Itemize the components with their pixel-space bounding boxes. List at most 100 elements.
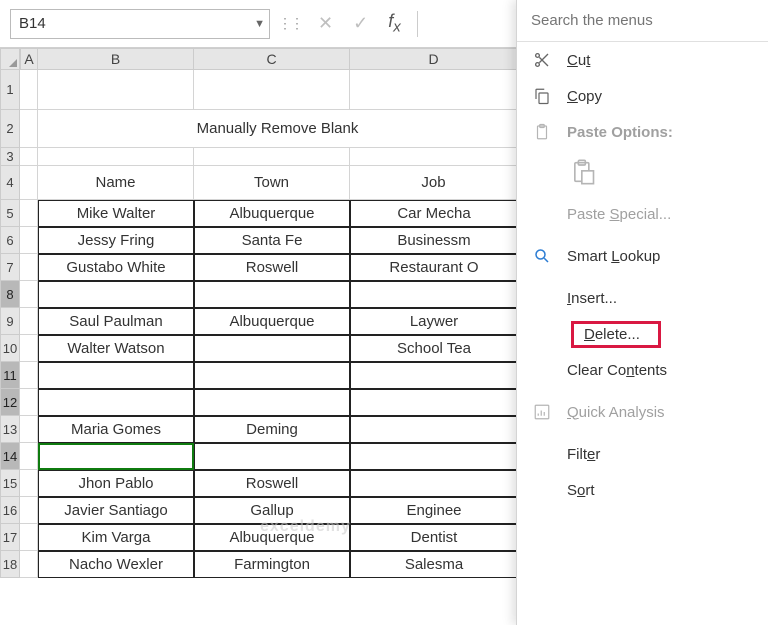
drag-handle-icon[interactable]: ⋮⋮ bbox=[278, 15, 302, 32]
cell-C6[interactable]: Santa Fe bbox=[194, 227, 350, 254]
row-header-3[interactable]: 3 bbox=[0, 148, 20, 166]
cell-D10[interactable]: School Tea bbox=[350, 335, 518, 362]
cell-C17[interactable]: Albuquerque bbox=[194, 524, 350, 551]
row-header-10[interactable]: 10 bbox=[0, 335, 20, 362]
cell-D5[interactable]: Car Mecha bbox=[350, 200, 518, 227]
menu-cut[interactable]: Cut bbox=[517, 42, 768, 78]
cell-D14[interactable] bbox=[350, 443, 518, 470]
cell-B16[interactable]: Javier Santiago bbox=[38, 497, 194, 524]
cell-C18[interactable]: Farmington bbox=[194, 551, 350, 578]
row-header-18[interactable]: 18 bbox=[0, 551, 20, 578]
cancel-icon[interactable]: ✕ bbox=[318, 13, 333, 34]
cell-C12[interactable] bbox=[194, 389, 350, 416]
quick-analysis-icon bbox=[531, 403, 553, 421]
cell-A1[interactable] bbox=[20, 70, 38, 110]
menu-copy[interactable]: Copy bbox=[517, 78, 768, 114]
cell-B17[interactable]: Kim Varga bbox=[38, 524, 194, 551]
row-header-5[interactable]: 5 bbox=[0, 200, 20, 227]
spreadsheet-grid[interactable]: ABCD 12 Manually Remove Blank 34 NameTownJo… bbox=[0, 48, 518, 625]
paste-icon[interactable] bbox=[569, 158, 597, 189]
row-18: 18 Nacho WexlerFarmingtonSalesma bbox=[0, 551, 518, 578]
row-1: 1 bbox=[0, 70, 518, 110]
confirm-icon[interactable]: ✓ bbox=[353, 13, 368, 34]
cell-B14[interactable] bbox=[38, 443, 194, 470]
cell-D9[interactable]: Laywer bbox=[350, 308, 518, 335]
cell-D13[interactable] bbox=[350, 416, 518, 443]
column-header-A[interactable]: A bbox=[20, 48, 38, 70]
row-header-1[interactable]: 1 bbox=[0, 70, 20, 110]
cell-D1[interactable] bbox=[350, 70, 518, 110]
cell-D16[interactable]: Enginee bbox=[350, 497, 518, 524]
cell-C10[interactable] bbox=[194, 335, 350, 362]
cell-D6[interactable]: Businessm bbox=[350, 227, 518, 254]
row-header-4[interactable]: 4 bbox=[0, 166, 20, 200]
menu-clear-contents[interactable]: Clear Contents bbox=[517, 352, 768, 388]
cell-C9[interactable]: Albuquerque bbox=[194, 308, 350, 335]
cell-C3[interactable] bbox=[194, 148, 350, 166]
row-header-13[interactable]: 13 bbox=[0, 416, 20, 443]
cell-C16[interactable]: Gallup bbox=[194, 497, 350, 524]
cell-B15[interactable]: Jhon Pablo bbox=[38, 470, 194, 497]
select-all-corner[interactable] bbox=[0, 48, 20, 70]
cell-C5[interactable]: Albuquerque bbox=[194, 200, 350, 227]
column-header-B[interactable]: B bbox=[38, 48, 194, 70]
cell-C8[interactable] bbox=[194, 281, 350, 308]
cell-C1[interactable] bbox=[194, 70, 350, 110]
cell-B13[interactable]: Maria Gomes bbox=[38, 416, 194, 443]
fx-icon[interactable]: fx bbox=[388, 11, 401, 36]
cell-D17[interactable]: Dentist bbox=[350, 524, 518, 551]
menu-label: Clear Contents bbox=[567, 362, 667, 379]
menu-search-input[interactable] bbox=[517, 0, 768, 42]
cell-C11[interactable] bbox=[194, 362, 350, 389]
header-job[interactable]: Job bbox=[350, 166, 518, 200]
menu-sort[interactable]: Sort bbox=[517, 472, 768, 508]
row-header-6[interactable]: 6 bbox=[0, 227, 20, 254]
column-header-C[interactable]: C bbox=[194, 48, 350, 70]
row-header-14[interactable]: 14 bbox=[0, 443, 20, 470]
cell-B12[interactable] bbox=[38, 389, 194, 416]
cell-D11[interactable] bbox=[350, 362, 518, 389]
cell-B18[interactable]: Nacho Wexler bbox=[38, 551, 194, 578]
row-header-7[interactable]: 7 bbox=[0, 254, 20, 281]
cell-C15[interactable]: Roswell bbox=[194, 470, 350, 497]
cell-D7[interactable]: Restaurant O bbox=[350, 254, 518, 281]
cell-B7[interactable]: Gustabo White bbox=[38, 254, 194, 281]
menu-filter[interactable]: Filter bbox=[517, 436, 768, 472]
header-town[interactable]: Town bbox=[194, 166, 350, 200]
cell-B11[interactable] bbox=[38, 362, 194, 389]
cell-A3[interactable] bbox=[20, 148, 38, 166]
name-box[interactable]: B14 ▼ bbox=[10, 9, 270, 39]
cell-D3[interactable] bbox=[350, 148, 518, 166]
header-name[interactable]: Name bbox=[38, 166, 194, 200]
row-16: 16 Javier SantiagoGallupEnginee bbox=[0, 497, 518, 524]
row-header-2[interactable]: 2 bbox=[0, 110, 20, 148]
row-header-16[interactable]: 16 bbox=[0, 497, 20, 524]
cell-B9[interactable]: Saul Paulman bbox=[38, 308, 194, 335]
cell-B10[interactable]: Walter Watson bbox=[38, 335, 194, 362]
cell-B3[interactable] bbox=[38, 148, 194, 166]
cell-B1[interactable] bbox=[38, 70, 194, 110]
paste-options-icons bbox=[517, 150, 768, 196]
row-header-9[interactable]: 9 bbox=[0, 308, 20, 335]
cell-D12[interactable] bbox=[350, 389, 518, 416]
row-header-11[interactable]: 11 bbox=[0, 362, 20, 389]
cell-B5[interactable]: Mike Walter bbox=[38, 200, 194, 227]
menu-delete[interactable]: Delete... bbox=[517, 316, 768, 352]
cell-B6[interactable]: Jessy Fring bbox=[38, 227, 194, 254]
row-header-15[interactable]: 15 bbox=[0, 470, 20, 497]
menu-insert[interactable]: Insert... bbox=[517, 280, 768, 316]
cell-D8[interactable] bbox=[350, 281, 518, 308]
cell-C7[interactable]: Roswell bbox=[194, 254, 350, 281]
cell-B8[interactable] bbox=[38, 281, 194, 308]
row-header-12[interactable]: 12 bbox=[0, 389, 20, 416]
cell-C13[interactable]: Deming bbox=[194, 416, 350, 443]
cell-D15[interactable] bbox=[350, 470, 518, 497]
menu-smart-lookup[interactable]: Smart Lookup bbox=[517, 238, 768, 274]
row-header-17[interactable]: 17 bbox=[0, 524, 20, 551]
row-header-8[interactable]: 8 bbox=[0, 281, 20, 308]
column-header-D[interactable]: D bbox=[350, 48, 518, 70]
title-cell[interactable]: Manually Remove Blank bbox=[38, 110, 518, 148]
cell-C14[interactable] bbox=[194, 443, 350, 470]
cell-D18[interactable]: Salesma bbox=[350, 551, 518, 578]
chevron-down-icon[interactable]: ▼ bbox=[254, 18, 265, 30]
